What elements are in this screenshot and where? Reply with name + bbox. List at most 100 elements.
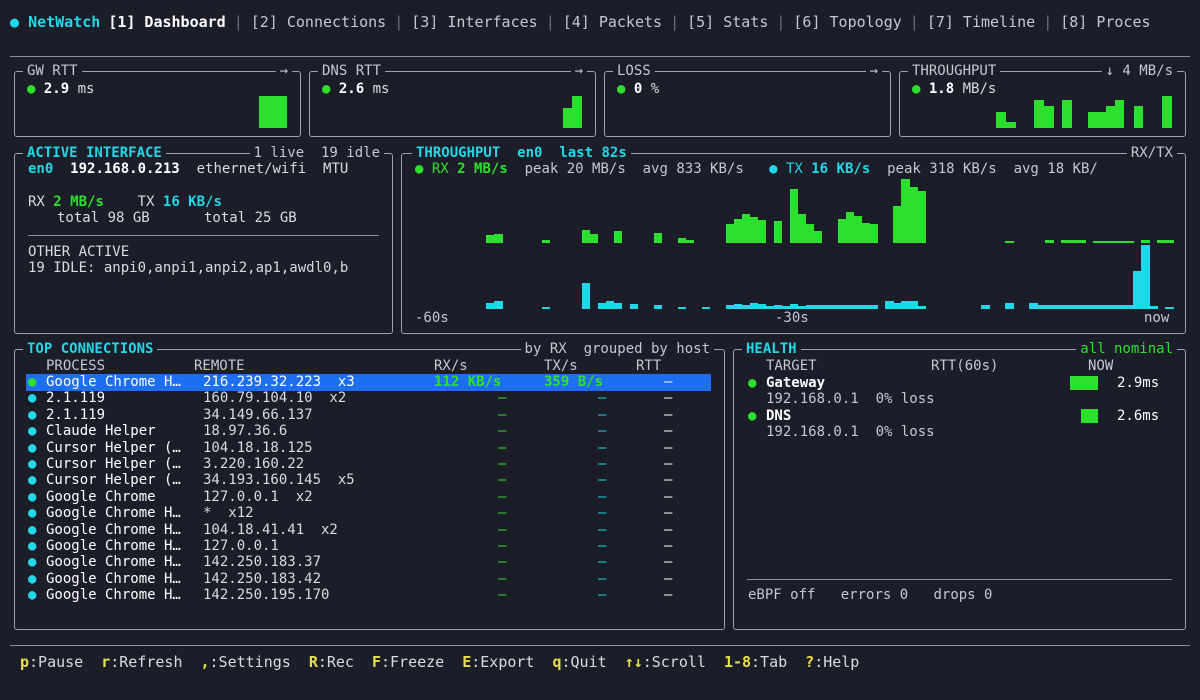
- connection-rx: —: [498, 538, 507, 554]
- connection-dot-icon: ●: [28, 423, 37, 440]
- gw-rtt-card[interactable]: GW RTT → ● 2.9 ms: [14, 63, 301, 137]
- legend-rx-peak: peak 20 MB/s: [524, 161, 626, 177]
- connection-rx: 112 KB/s: [434, 374, 502, 390]
- dns-rtt-spark-bar: [572, 96, 582, 128]
- loss-card[interactable]: LOSS → ● 0 %: [604, 63, 891, 137]
- tx-bar: [613, 303, 623, 309]
- tx-bar: [701, 307, 711, 309]
- connection-rx: —: [498, 406, 507, 423]
- throughput-card[interactable]: THROUGHPUT ↓ 4 MB/s ● 1.8 MB/s: [899, 63, 1186, 137]
- connection-rx: —: [498, 554, 507, 571]
- connection-rtt: —: [664, 505, 673, 522]
- rx-rate: 2 MB/s: [53, 194, 104, 210]
- connection-rtt: —: [664, 472, 673, 489]
- rx-bar: [1077, 240, 1086, 243]
- key-hint-label: :Scroll: [642, 653, 706, 671]
- gw-rtt-title: GW RTT: [23, 63, 82, 79]
- connection-process: 2.1.119: [46, 406, 106, 423]
- col-remote: REMOTE: [194, 358, 245, 374]
- tx-label: TX: [137, 194, 155, 210]
- rx-bar: [813, 231, 823, 243]
- key-hint: ?: [805, 653, 815, 671]
- tab-8[interactable]: [8] Proces: [1060, 13, 1150, 31]
- throughput-title: THROUGHPUT: [416, 145, 501, 161]
- legend-rx-avg: avg 833 KB/s: [642, 161, 744, 177]
- legend-tx-avg: avg 18 KB/: [1013, 161, 1098, 177]
- health-status: all nominal: [1076, 341, 1177, 357]
- gw-rtt-reading: ● 2.9 ms: [27, 81, 95, 97]
- loss-arrow-icon: →: [865, 63, 882, 79]
- throughput-spark-bar: [1106, 106, 1115, 128]
- connection-rtt: —: [664, 570, 673, 587]
- connection-process: Google Chrome H…: [46, 521, 181, 538]
- legend-rx-value: 2 MB/s: [457, 161, 508, 177]
- connection-rx: —: [498, 439, 507, 456]
- throughput-card-title: THROUGHPUT: [908, 63, 1001, 79]
- interface-mtu: MTU: [323, 161, 349, 177]
- axis-right-label: now: [1144, 310, 1170, 326]
- interface-divider: [28, 235, 379, 236]
- interface-rates: RX 2 MB/s TX 16 KB/s: [28, 194, 222, 210]
- throughput-spark-bar: [1162, 96, 1172, 128]
- rx-bar: [685, 240, 695, 243]
- health-target-now: 2.6ms: [1117, 408, 1160, 424]
- connection-remote: 3.220.160.22: [203, 456, 305, 472]
- keybinding-bar: p:Pause r:Refresh ,:Settings R:Rec F:Freeze E…: [20, 653, 877, 671]
- throughput-panel[interactable]: THROUGHPUT en0 last 82s RX/TX ● RX 2 MB/…: [401, 145, 1186, 334]
- dns-rtt-reading: ● 2.6 ms: [322, 81, 390, 97]
- connection-dot-icon: ●: [28, 554, 37, 571]
- connection-tx: —: [598, 423, 607, 440]
- tab-5[interactable]: [5] Stats: [687, 13, 768, 31]
- legend-rx-label: RX: [431, 161, 449, 177]
- tab-7[interactable]: [7] Timeline: [927, 13, 1035, 31]
- axis-left-label: -60s: [415, 310, 449, 326]
- health-col-target: TARGET: [766, 358, 817, 374]
- footer-divider: [10, 645, 1190, 646]
- tab-separator: |: [394, 13, 404, 31]
- connection-process: 2.1.119: [46, 390, 106, 407]
- connections-group: grouped by host: [583, 341, 710, 357]
- connection-process: Cursor Helper (…: [46, 456, 181, 472]
- throughput-window: last 82s: [559, 145, 627, 161]
- connection-process: Google Chrome H…: [46, 374, 181, 390]
- tx-bar: [541, 307, 551, 309]
- tab-1[interactable]: [1] Dashboard: [108, 13, 225, 31]
- rx-bar: [589, 234, 599, 243]
- other-active-label: OTHER ACTIVE: [28, 244, 130, 260]
- connection-rx: —: [498, 505, 507, 522]
- connection-process: Cursor Helper (…: [46, 439, 181, 456]
- rx-bar: [1005, 241, 1014, 243]
- dns-rtt-card[interactable]: DNS RTT → ● 2.6 ms: [309, 63, 596, 137]
- tab-3[interactable]: [3] Interfaces: [411, 13, 537, 31]
- throughput-mode: RX/TX: [1126, 145, 1177, 161]
- connection-rtt: —: [664, 554, 673, 571]
- key-hint: F: [371, 653, 381, 671]
- connection-remote: 104.18.18.125: [203, 439, 313, 456]
- connection-process: Google Chrome H…: [46, 505, 181, 522]
- tab-6[interactable]: [6] Topology: [793, 13, 901, 31]
- active-interface-panel[interactable]: ACTIVE INTERFACE 1 live 19 idle en0 192.…: [14, 145, 393, 334]
- throughput-spark-bar: [1006, 122, 1016, 128]
- connections-sort-group[interactable]: by RX grouped by host: [520, 341, 714, 357]
- throughput-spark-bar: [1062, 100, 1072, 128]
- tab-4[interactable]: [4] Packets: [563, 13, 662, 31]
- throughput-card-reading: ● 1.8 MB/s: [912, 81, 997, 97]
- throughput-card-peak: ↓ 4 MB/s: [1101, 63, 1177, 79]
- connection-process: Google Chrome H…: [46, 554, 181, 571]
- health-target-now: 2.9ms: [1117, 375, 1160, 391]
- tx-bar: [1149, 306, 1158, 309]
- tab-2[interactable]: [2] Connections: [251, 13, 386, 31]
- connection-tx: —: [598, 538, 607, 554]
- legend-tx-peak: peak 318 KB/s: [887, 161, 997, 177]
- key-hint: E: [462, 653, 472, 671]
- interface-summary: en0 192.168.0.213 ethernet/wifi MTU: [28, 161, 348, 177]
- key-hint: r: [101, 653, 111, 671]
- connection-dot-icon: ●: [28, 406, 37, 423]
- connection-dot-icon: ●: [28, 374, 37, 390]
- health-divider: [747, 579, 1172, 580]
- key-hint-label: :Pause: [29, 653, 84, 671]
- key-hint: p: [20, 653, 30, 671]
- connection-rx: —: [498, 423, 507, 440]
- rx-bar: [869, 224, 878, 243]
- rx-bar: [1045, 240, 1054, 243]
